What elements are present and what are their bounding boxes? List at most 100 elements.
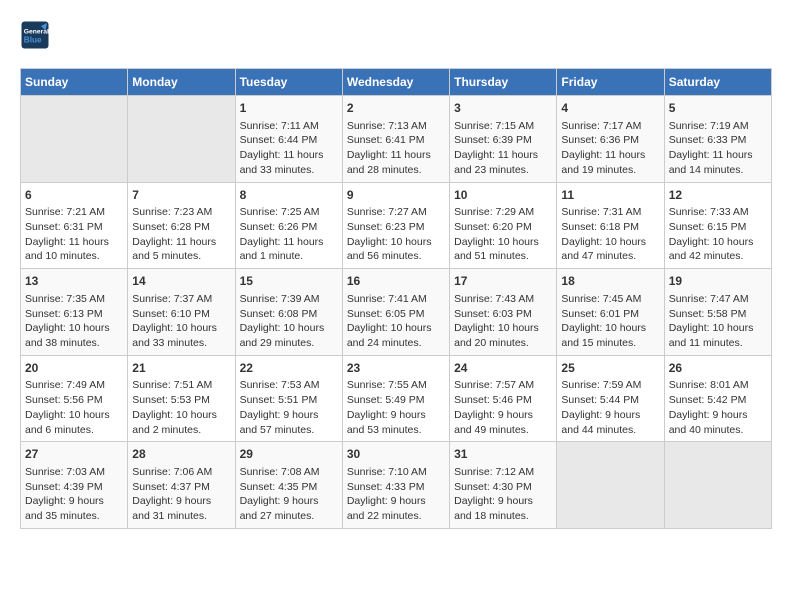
calendar-cell: 21Sunrise: 7:51 AM Sunset: 5:53 PM Dayli… — [128, 355, 235, 442]
day-info: Sunrise: 7:11 AM Sunset: 6:44 PM Dayligh… — [240, 119, 338, 178]
day-number: 9 — [347, 187, 445, 204]
day-number: 5 — [669, 100, 767, 117]
day-info: Sunrise: 7:47 AM Sunset: 5:58 PM Dayligh… — [669, 292, 767, 351]
calendar-cell: 29Sunrise: 7:08 AM Sunset: 4:35 PM Dayli… — [235, 442, 342, 529]
day-info: Sunrise: 7:37 AM Sunset: 6:10 PM Dayligh… — [132, 292, 230, 351]
day-number: 29 — [240, 446, 338, 463]
day-info: Sunrise: 7:13 AM Sunset: 6:41 PM Dayligh… — [347, 119, 445, 178]
day-info: Sunrise: 7:17 AM Sunset: 6:36 PM Dayligh… — [561, 119, 659, 178]
day-info: Sunrise: 7:03 AM Sunset: 4:39 PM Dayligh… — [25, 465, 123, 524]
day-number: 28 — [132, 446, 230, 463]
weekday-header-tuesday: Tuesday — [235, 69, 342, 96]
calendar-week-2: 6Sunrise: 7:21 AM Sunset: 6:31 PM Daylig… — [21, 182, 772, 269]
calendar-cell: 2 Sunrise: 7:13 AM Sunset: 6:41 PM Daylig… — [342, 96, 449, 183]
day-number: 15 — [240, 273, 338, 290]
day-number: 14 — [132, 273, 230, 290]
day-info: Sunrise: 7:53 AM Sunset: 5:51 PM Dayligh… — [240, 378, 338, 437]
calendar-cell: 17 Sunrise: 7:43 AM Sunset: 6:03 PM Dayli… — [450, 269, 557, 356]
logo-icon: General Blue — [20, 20, 50, 50]
day-info: Sunrise: 8:01 AM Sunset: 5:42 PM Dayligh… — [669, 378, 767, 437]
day-number: 11 — [561, 187, 659, 204]
calendar-cell: 1 Sunrise: 7:11 AM Sunset: 6:44 PM Daylig… — [235, 96, 342, 183]
calendar-table: SundayMondayTuesdayWednesdayThursdayFrid… — [20, 68, 772, 529]
calendar-week-1: 1 Sunrise: 7:11 AM Sunset: 6:44 PM Daylig… — [21, 96, 772, 183]
day-info: Sunrise: 7:49 AM Sunset: 5:56 PM Dayligh… — [25, 378, 123, 437]
day-number: 7 — [132, 187, 230, 204]
calendar-cell — [557, 442, 664, 529]
day-number: 13 — [25, 273, 123, 290]
day-number: 19 — [669, 273, 767, 290]
day-info: Sunrise: 7:41 AM Sunset: 6:05 PM Dayligh… — [347, 292, 445, 351]
calendar-cell: 30 Sunrise: 7:10 AM Sunset: 4:33 PM Dayli… — [342, 442, 449, 529]
calendar-cell: 9Sunrise: 7:27 AM Sunset: 6:23 PM Daylig… — [342, 182, 449, 269]
day-number: 25 — [561, 360, 659, 377]
day-info: Sunrise: 7:25 AM Sunset: 6:26 PM Dayligh… — [240, 205, 338, 264]
day-info: Sunrise: 7:21 AM Sunset: 6:31 PM Dayligh… — [25, 205, 123, 264]
day-info: Sunrise: 7:33 AM Sunset: 6:15 PM Dayligh… — [669, 205, 767, 264]
day-number: 3 — [454, 100, 552, 117]
day-number: 26 — [669, 360, 767, 377]
weekday-header-monday: Monday — [128, 69, 235, 96]
day-info: Sunrise: 7:10 AM Sunset: 4:33 PM Dayligh… — [347, 465, 445, 524]
calendar-cell: 5 Sunrise: 7:19 AM Sunset: 6:33 PM Daylig… — [664, 96, 771, 183]
calendar-cell: 15 Sunrise: 7:39 AM Sunset: 6:08 PM Dayli… — [235, 269, 342, 356]
day-info: Sunrise: 7:57 AM Sunset: 5:46 PM Dayligh… — [454, 378, 552, 437]
day-number: 4 — [561, 100, 659, 117]
calendar-cell: 4 Sunrise: 7:17 AM Sunset: 6:36 PM Daylig… — [557, 96, 664, 183]
calendar-cell: 19 Sunrise: 7:47 AM Sunset: 5:58 PM Dayli… — [664, 269, 771, 356]
day-number: 1 — [240, 100, 338, 117]
day-info: Sunrise: 7:31 AM Sunset: 6:18 PM Dayligh… — [561, 205, 659, 264]
calendar-cell: 11Sunrise: 7:31 AM Sunset: 6:18 PM Dayli… — [557, 182, 664, 269]
calendar-cell — [128, 96, 235, 183]
day-info: Sunrise: 7:45 AM Sunset: 6:01 PM Dayligh… — [561, 292, 659, 351]
day-info: Sunrise: 7:15 AM Sunset: 6:39 PM Dayligh… — [454, 119, 552, 178]
weekday-header-friday: Friday — [557, 69, 664, 96]
day-number: 21 — [132, 360, 230, 377]
calendar-cell: 22Sunrise: 7:53 AM Sunset: 5:51 PM Dayli… — [235, 355, 342, 442]
day-number: 30 — [347, 446, 445, 463]
day-number: 12 — [669, 187, 767, 204]
day-info: Sunrise: 7:12 AM Sunset: 4:30 PM Dayligh… — [454, 465, 552, 524]
calendar-week-5: 27 Sunrise: 7:03 AM Sunset: 4:39 PM Dayli… — [21, 442, 772, 529]
calendar-cell: 8Sunrise: 7:25 AM Sunset: 6:26 PM Daylig… — [235, 182, 342, 269]
day-number: 24 — [454, 360, 552, 377]
calendar-cell: 10Sunrise: 7:29 AM Sunset: 6:20 PM Dayli… — [450, 182, 557, 269]
day-info: Sunrise: 7:55 AM Sunset: 5:49 PM Dayligh… — [347, 378, 445, 437]
day-number: 2 — [347, 100, 445, 117]
day-info: Sunrise: 7:43 AM Sunset: 6:03 PM Dayligh… — [454, 292, 552, 351]
calendar-cell: 6Sunrise: 7:21 AM Sunset: 6:31 PM Daylig… — [21, 182, 128, 269]
calendar-cell: 26Sunrise: 8:01 AM Sunset: 5:42 PM Dayli… — [664, 355, 771, 442]
calendar-cell: 12Sunrise: 7:33 AM Sunset: 6:15 PM Dayli… — [664, 182, 771, 269]
day-info: Sunrise: 7:51 AM Sunset: 5:53 PM Dayligh… — [132, 378, 230, 437]
calendar-cell: 31Sunrise: 7:12 AM Sunset: 4:30 PM Dayli… — [450, 442, 557, 529]
calendar-cell: 18 Sunrise: 7:45 AM Sunset: 6:01 PM Dayli… — [557, 269, 664, 356]
calendar-cell: 23Sunrise: 7:55 AM Sunset: 5:49 PM Dayli… — [342, 355, 449, 442]
day-number: 16 — [347, 273, 445, 290]
calendar-cell: 3 Sunrise: 7:15 AM Sunset: 6:39 PM Daylig… — [450, 96, 557, 183]
day-number: 23 — [347, 360, 445, 377]
weekday-header-row: SundayMondayTuesdayWednesdayThursdayFrid… — [21, 69, 772, 96]
logo: General Blue — [20, 20, 54, 50]
day-info: Sunrise: 7:59 AM Sunset: 5:44 PM Dayligh… — [561, 378, 659, 437]
day-info: Sunrise: 7:19 AM Sunset: 6:33 PM Dayligh… — [669, 119, 767, 178]
day-number: 22 — [240, 360, 338, 377]
day-info: Sunrise: 7:39 AM Sunset: 6:08 PM Dayligh… — [240, 292, 338, 351]
day-number: 20 — [25, 360, 123, 377]
day-number: 17 — [454, 273, 552, 290]
calendar-cell: 14 Sunrise: 7:37 AM Sunset: 6:10 PM Dayli… — [128, 269, 235, 356]
day-info: Sunrise: 7:29 AM Sunset: 6:20 PM Dayligh… — [454, 205, 552, 264]
weekday-header-saturday: Saturday — [664, 69, 771, 96]
calendar-cell: 7Sunrise: 7:23 AM Sunset: 6:28 PM Daylig… — [128, 182, 235, 269]
day-info: Sunrise: 7:06 AM Sunset: 4:37 PM Dayligh… — [132, 465, 230, 524]
calendar-cell: 27 Sunrise: 7:03 AM Sunset: 4:39 PM Dayli… — [21, 442, 128, 529]
day-number: 18 — [561, 273, 659, 290]
calendar-cell: 20Sunrise: 7:49 AM Sunset: 5:56 PM Dayli… — [21, 355, 128, 442]
weekday-header-wednesday: Wednesday — [342, 69, 449, 96]
day-info: Sunrise: 7:23 AM Sunset: 6:28 PM Dayligh… — [132, 205, 230, 264]
day-info: Sunrise: 7:35 AM Sunset: 6:13 PM Dayligh… — [25, 292, 123, 351]
day-number: 10 — [454, 187, 552, 204]
day-number: 27 — [25, 446, 123, 463]
calendar-cell: 16 Sunrise: 7:41 AM Sunset: 6:05 PM Dayli… — [342, 269, 449, 356]
calendar-week-3: 13 Sunrise: 7:35 AM Sunset: 6:13 PM Dayli… — [21, 269, 772, 356]
calendar-week-4: 20Sunrise: 7:49 AM Sunset: 5:56 PM Dayli… — [21, 355, 772, 442]
